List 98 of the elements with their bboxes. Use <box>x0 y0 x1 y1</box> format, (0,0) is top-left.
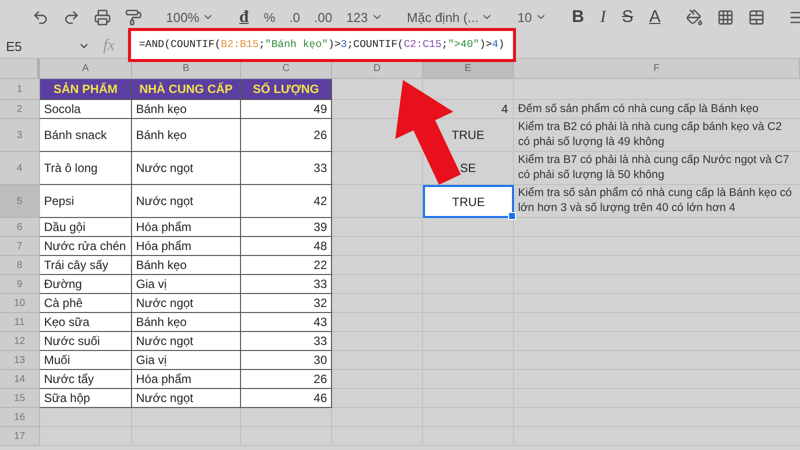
table-cell: Pepsi <box>40 185 132 218</box>
function-label: fx <box>102 37 116 55</box>
table-cell: 48 <box>241 237 332 256</box>
table-cell: 33 <box>241 275 332 294</box>
row-number[interactable]: 10 <box>0 294 40 313</box>
row-number[interactable]: 2 <box>0 100 40 119</box>
formula-token: )> <box>328 39 341 51</box>
table-cell: Trái cây sấy <box>40 256 132 275</box>
decrease-decimal-button[interactable]: .0 <box>287 5 302 29</box>
formula-token: =AND(COUNTIF( <box>139 39 221 51</box>
formula-token: ) <box>498 39 505 51</box>
table-cell: Muối <box>40 351 132 370</box>
table-cell: 26 <box>241 119 332 152</box>
text-color-button[interactable]: A <box>646 5 664 29</box>
note-text: Kiểm tra B2 có phải là nhà cung cấp bánh kẹo và C2 có phải số lượng là 49 không <box>514 119 800 152</box>
fill-handle[interactable] <box>508 212 516 220</box>
formula-token: B2:B15 <box>220 39 259 51</box>
percent-button[interactable]: % <box>262 5 278 29</box>
row-number[interactable]: 5 <box>0 185 40 218</box>
row-number[interactable]: 6 <box>0 218 40 237</box>
table-cell: Socola <box>40 100 132 119</box>
note-text: Kiểm tra số sản phẩm có nhà cung cấp là Bánh kẹo có lớn hơn 3 và số lượng trên 40 có lớn hơn 4 <box>514 185 800 218</box>
row-number[interactable]: 16 <box>0 408 40 427</box>
table-cell: 43 <box>241 313 332 332</box>
table-cell: Bánh kẹo <box>132 256 241 275</box>
table-cell: Nước ngọt <box>132 185 241 218</box>
table-cell: Nước ngọt <box>132 294 241 313</box>
active-cell[interactable]: TRUE <box>423 185 514 218</box>
table-cell: 49 <box>241 100 332 119</box>
table-cell: Nước ngọt <box>132 152 241 185</box>
table-cell: Bánh kẹo <box>132 313 241 332</box>
row-number[interactable]: 8 <box>0 256 40 275</box>
table-cell: 42 <box>241 185 332 218</box>
font-size-dropdown[interactable]: 10 <box>515 5 549 29</box>
table-cell: Trà ô long <box>40 152 132 185</box>
row-number[interactable]: 7 <box>0 237 40 256</box>
row-number[interactable]: 12 <box>0 332 40 351</box>
table-cell: Bánh snack <box>40 119 132 152</box>
row-number[interactable]: 15 <box>0 389 40 408</box>
formula-token: 4 <box>492 39 498 51</box>
table-cell: Hóa phẩm <box>132 237 241 256</box>
table-cell: 22 <box>241 256 332 275</box>
row-number[interactable]: 14 <box>0 370 40 389</box>
row-number[interactable]: 9 <box>0 275 40 294</box>
table-cell: 39 <box>241 218 332 237</box>
column-heading: NHÀ CUNG CẤP <box>132 79 241 100</box>
number-format-dropdown[interactable]: 123 <box>344 5 385 29</box>
column-header[interactable]: F <box>514 59 800 79</box>
formula-token: "Bánh kẹo" <box>265 39 328 51</box>
table-cell: 46 <box>241 389 332 408</box>
table-cell: Nước suối <box>40 332 132 351</box>
italic-button[interactable]: I <box>597 5 609 29</box>
table-cell: Đường <box>40 275 132 294</box>
row-number[interactable]: 11 <box>0 313 40 332</box>
row-number[interactable]: 4 <box>0 152 40 185</box>
table-cell: Gia vị <box>132 275 241 294</box>
table-cell: Bánh kẹo <box>132 100 241 119</box>
table-cell: Bánh kẹo <box>132 119 241 152</box>
table-cell: Cà phê <box>40 294 132 313</box>
formula-token: C2:C15 <box>404 39 442 51</box>
currency-button[interactable]: đ <box>236 5 252 29</box>
row-number[interactable]: 1 <box>0 79 40 100</box>
cell-reference[interactable]: E5 <box>6 38 22 54</box>
zoom-dropdown[interactable]: 100% <box>164 5 216 29</box>
formula-token: )> <box>479 39 492 51</box>
column-heading: SẢN PHẨM <box>40 79 132 100</box>
formula-token: ; <box>442 39 448 51</box>
table-cell: 26 <box>241 370 332 389</box>
table-cell: 33 <box>241 332 332 351</box>
note-text: Đếm số sản phẩm có nhà cung cấp là Bánh kẹo <box>514 100 800 119</box>
formula-field[interactable]: =AND(COUNTIF(B2:B15;"Bánh kẹo")>3;COUNTIF(C2:C15;">40")>4) <box>128 28 516 62</box>
table-cell: 32 <box>241 294 332 313</box>
note-text: Kiểm tra B7 có phải là nhà cung cấp Nước ngọt và C7 có phải số lượng là 50 không <box>514 152 800 185</box>
table-cell: Nước ngọt <box>132 389 241 408</box>
table-cell: Kẹo sữa <box>40 313 132 332</box>
table-cell: Sữa hộp <box>40 389 132 408</box>
formula-token: ;COUNTIF( <box>346 39 404 51</box>
table-cell: Nước tẩy <box>40 370 132 389</box>
formula-token: ">40" <box>448 39 480 51</box>
table-cell: Hóa phẩm <box>132 218 241 237</box>
table-cell: Hóa phẩm <box>132 370 241 389</box>
row-number[interactable]: 13 <box>0 351 40 370</box>
table-cell: 30 <box>241 351 332 370</box>
column-heading: SỐ LƯỢNG <box>241 79 332 100</box>
table-cell: Nước rửa chén <box>40 237 132 256</box>
table-cell: Nước ngọt <box>132 332 241 351</box>
table-cell: 33 <box>241 152 332 185</box>
increase-decimal-button[interactable]: .00 <box>312 5 334 29</box>
table-cell: Gia vị <box>132 351 241 370</box>
formula-token: 3 <box>340 39 347 51</box>
strikethrough-button[interactable]: S <box>618 5 636 29</box>
column-header[interactable]: A <box>40 59 132 79</box>
font-dropdown[interactable]: Mặc định (... <box>404 5 496 29</box>
table-cell: Dầu gội <box>40 218 132 237</box>
formula-token: ; <box>258 39 266 51</box>
bold-button[interactable]: B <box>568 5 588 29</box>
row-number[interactable]: 3 <box>0 119 40 152</box>
row-number[interactable]: 17 <box>0 427 40 446</box>
